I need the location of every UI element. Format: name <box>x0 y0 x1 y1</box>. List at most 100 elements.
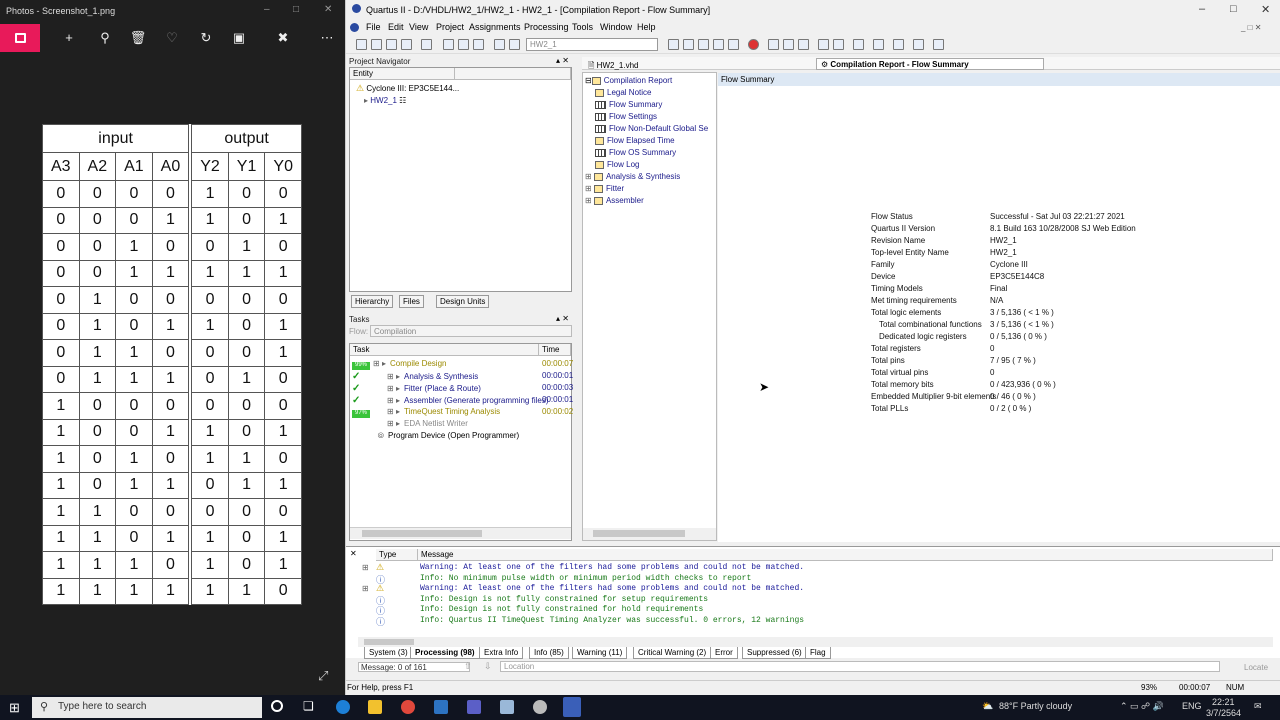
tree-item[interactable]: ⊞ Fitter <box>585 184 624 193</box>
app-menu-icon[interactable] <box>350 23 359 32</box>
tree-item[interactable]: ⊞ Assembler <box>585 196 644 205</box>
chrome-icon[interactable] <box>401 700 415 714</box>
menu-edit[interactable]: Edit <box>388 22 404 32</box>
windows-start-icon[interactable]: ⊞ <box>9 700 20 716</box>
tab-compilation-report[interactable]: ⚙ Compilation Report - Flow Summary <box>816 58 1044 70</box>
nav-down-icon[interactable]: ⇩ <box>484 661 492 672</box>
cortana-icon[interactable] <box>271 700 283 712</box>
message-tab[interactable]: Warning (11) <box>572 647 628 659</box>
toolbar-button-icon[interactable] <box>913 39 924 50</box>
message-line[interactable]: Warning: At least one of the filters had… <box>420 584 804 593</box>
toolbar-button-icon[interactable] <box>473 39 484 50</box>
stop-icon[interactable] <box>748 39 759 50</box>
tree-root[interactable]: ⊟ Compilation Report <box>585 76 672 85</box>
toolbar-button-icon[interactable] <box>421 39 432 50</box>
messages-close-icon[interactable]: ✕ <box>350 549 357 558</box>
rotate-icon[interactable]: ↻ <box>196 30 216 46</box>
top-entity-row[interactable]: ▸ HW2_1 ☷ <box>364 96 406 105</box>
tree-item[interactable]: Flow Elapsed Time <box>595 136 675 145</box>
toolbar-button-icon[interactable] <box>371 39 382 50</box>
minimize-icon[interactable]: – <box>1199 3 1205 15</box>
menu-window[interactable]: Window <box>600 22 632 32</box>
crop-icon[interactable]: ▣ <box>229 30 249 46</box>
favorite-icon[interactable]: ♡ <box>162 30 182 46</box>
toolbar-button-icon[interactable] <box>818 39 829 50</box>
teams-icon[interactable] <box>467 700 481 714</box>
menu-file[interactable]: File <box>366 22 381 32</box>
menu-view[interactable]: View <box>409 22 428 32</box>
language-indicator[interactable]: ENG <box>1182 701 1202 711</box>
task-row[interactable]: 99% ⊞ ▸ Compile Design 00:00:07 <box>352 359 573 371</box>
tree-item[interactable]: Flow OS Summary <box>595 148 676 157</box>
taskbar-search[interactable]: Type here to search <box>32 697 262 718</box>
explorer-icon[interactable] <box>368 700 382 714</box>
notifications-icon[interactable]: ✉ <box>1254 701 1262 712</box>
task-row[interactable]: ✓ ⊞ ▸ Fitter (Place & Route) 00:00:03 <box>352 383 573 395</box>
menu-project[interactable]: Project <box>436 22 464 32</box>
app-icon[interactable] <box>500 700 514 714</box>
maximize-icon[interactable]: □ <box>1230 3 1237 15</box>
photos-icon[interactable] <box>434 700 448 714</box>
message-tab[interactable]: Critical Warning (2) <box>633 647 712 659</box>
tree-item[interactable]: Legal Notice <box>595 88 651 97</box>
mdi-controls[interactable]: _ □ ✕ <box>1241 23 1261 32</box>
toolbar-button-icon[interactable] <box>443 39 454 50</box>
message-tab[interactable]: Info (85) <box>529 647 569 659</box>
tree-item[interactable]: Flow Non-Default Global Se <box>595 124 708 133</box>
tree-item[interactable]: Flow Log <box>595 160 639 169</box>
toolbar-button-icon[interactable] <box>356 39 367 50</box>
tasks-pin-close[interactable]: ▴ ✕ <box>556 314 569 323</box>
toolbar-button-icon[interactable] <box>509 39 520 50</box>
close-icon[interactable]: ✕ <box>324 4 332 15</box>
more-icon[interactable]: ⋯ <box>317 30 337 46</box>
task-row[interactable]: ✓ ⊞ ▸ Analysis & Synthesis 00:00:01 <box>352 371 573 383</box>
expand-icon[interactable]: ⤢ <box>318 668 328 684</box>
menu-processing[interactable]: Processing <box>524 22 569 32</box>
toolbar-button-icon[interactable] <box>713 39 724 50</box>
toolbar-button-icon[interactable] <box>933 39 944 50</box>
locate-button[interactable]: Locate <box>1244 663 1268 672</box>
tab-design-units[interactable]: Design Units <box>436 295 490 308</box>
message-line[interactable]: Info: Design is not fully constrained fo… <box>420 595 708 604</box>
message-tab[interactable]: Error <box>710 647 738 659</box>
add-icon[interactable]: + <box>59 30 79 46</box>
message-line[interactable]: Info: Quartus II TimeQuest Timing Analyz… <box>420 616 804 625</box>
task-view-icon[interactable]: ❏ <box>303 699 314 713</box>
toolbar-button-icon[interactable] <box>798 39 809 50</box>
toolbar-button-icon[interactable] <box>668 39 679 50</box>
message-line[interactable]: Warning: At least one of the filters had… <box>420 563 804 572</box>
task-row[interactable]: 97% ⊞ ▸ TimeQuest Timing Analysis 00:00:02 <box>352 407 573 419</box>
tab-hierarchy[interactable]: Hierarchy <box>351 295 394 308</box>
message-tab[interactable]: Flag <box>805 647 831 659</box>
tasks-scrollbar[interactable] <box>350 527 571 539</box>
toolbar-button-icon[interactable] <box>458 39 469 50</box>
see-all-photos-button[interactable] <box>0 24 40 52</box>
settings-icon[interactable] <box>533 700 547 714</box>
delete-icon[interactable]: 🗑 <box>128 30 148 46</box>
toolbar-button-icon[interactable] <box>873 39 884 50</box>
message-line[interactable]: Info: No minimum pulse width or minimum … <box>420 574 751 583</box>
minimize-icon[interactable]: – <box>264 4 270 15</box>
toolbar-button-icon[interactable] <box>853 39 864 50</box>
task-row[interactable]: ✓ ⊞ ▸ Assembler (Generate programming file… <box>352 395 573 407</box>
message-tab[interactable]: System (3) <box>364 647 413 659</box>
task-row[interactable]: ⊞ ▸ EDA Netlist Writer <box>352 419 571 431</box>
toolbar-button-icon[interactable] <box>783 39 794 50</box>
menu-help[interactable]: Help <box>637 22 656 32</box>
panel-pin-close[interactable]: ▴ ✕ <box>556 56 569 65</box>
nav-up-icon[interactable]: ⇧ <box>464 661 472 672</box>
close-icon[interactable]: ✕ <box>1261 3 1270 16</box>
location-field[interactable]: Location <box>500 661 1220 672</box>
edit-icon[interactable]: ✖ <box>273 30 293 46</box>
messages-scrollbar[interactable] <box>358 637 1273 647</box>
weather-text[interactable]: 88°F Partly cloudy <box>999 701 1072 711</box>
menu-assignments[interactable]: Assignments <box>469 22 521 32</box>
message-line[interactable]: Info: Design is not fully constrained fo… <box>420 605 703 614</box>
clock-time[interactable]: 22:21 <box>1212 697 1235 707</box>
toolbar-button-icon[interactable] <box>698 39 709 50</box>
toolbar-button-icon[interactable] <box>893 39 904 50</box>
menu-tools[interactable]: Tools <box>572 22 593 32</box>
edge-icon[interactable] <box>336 700 350 714</box>
toolbar-button-icon[interactable] <box>494 39 505 50</box>
toolbar-button-icon[interactable] <box>833 39 844 50</box>
